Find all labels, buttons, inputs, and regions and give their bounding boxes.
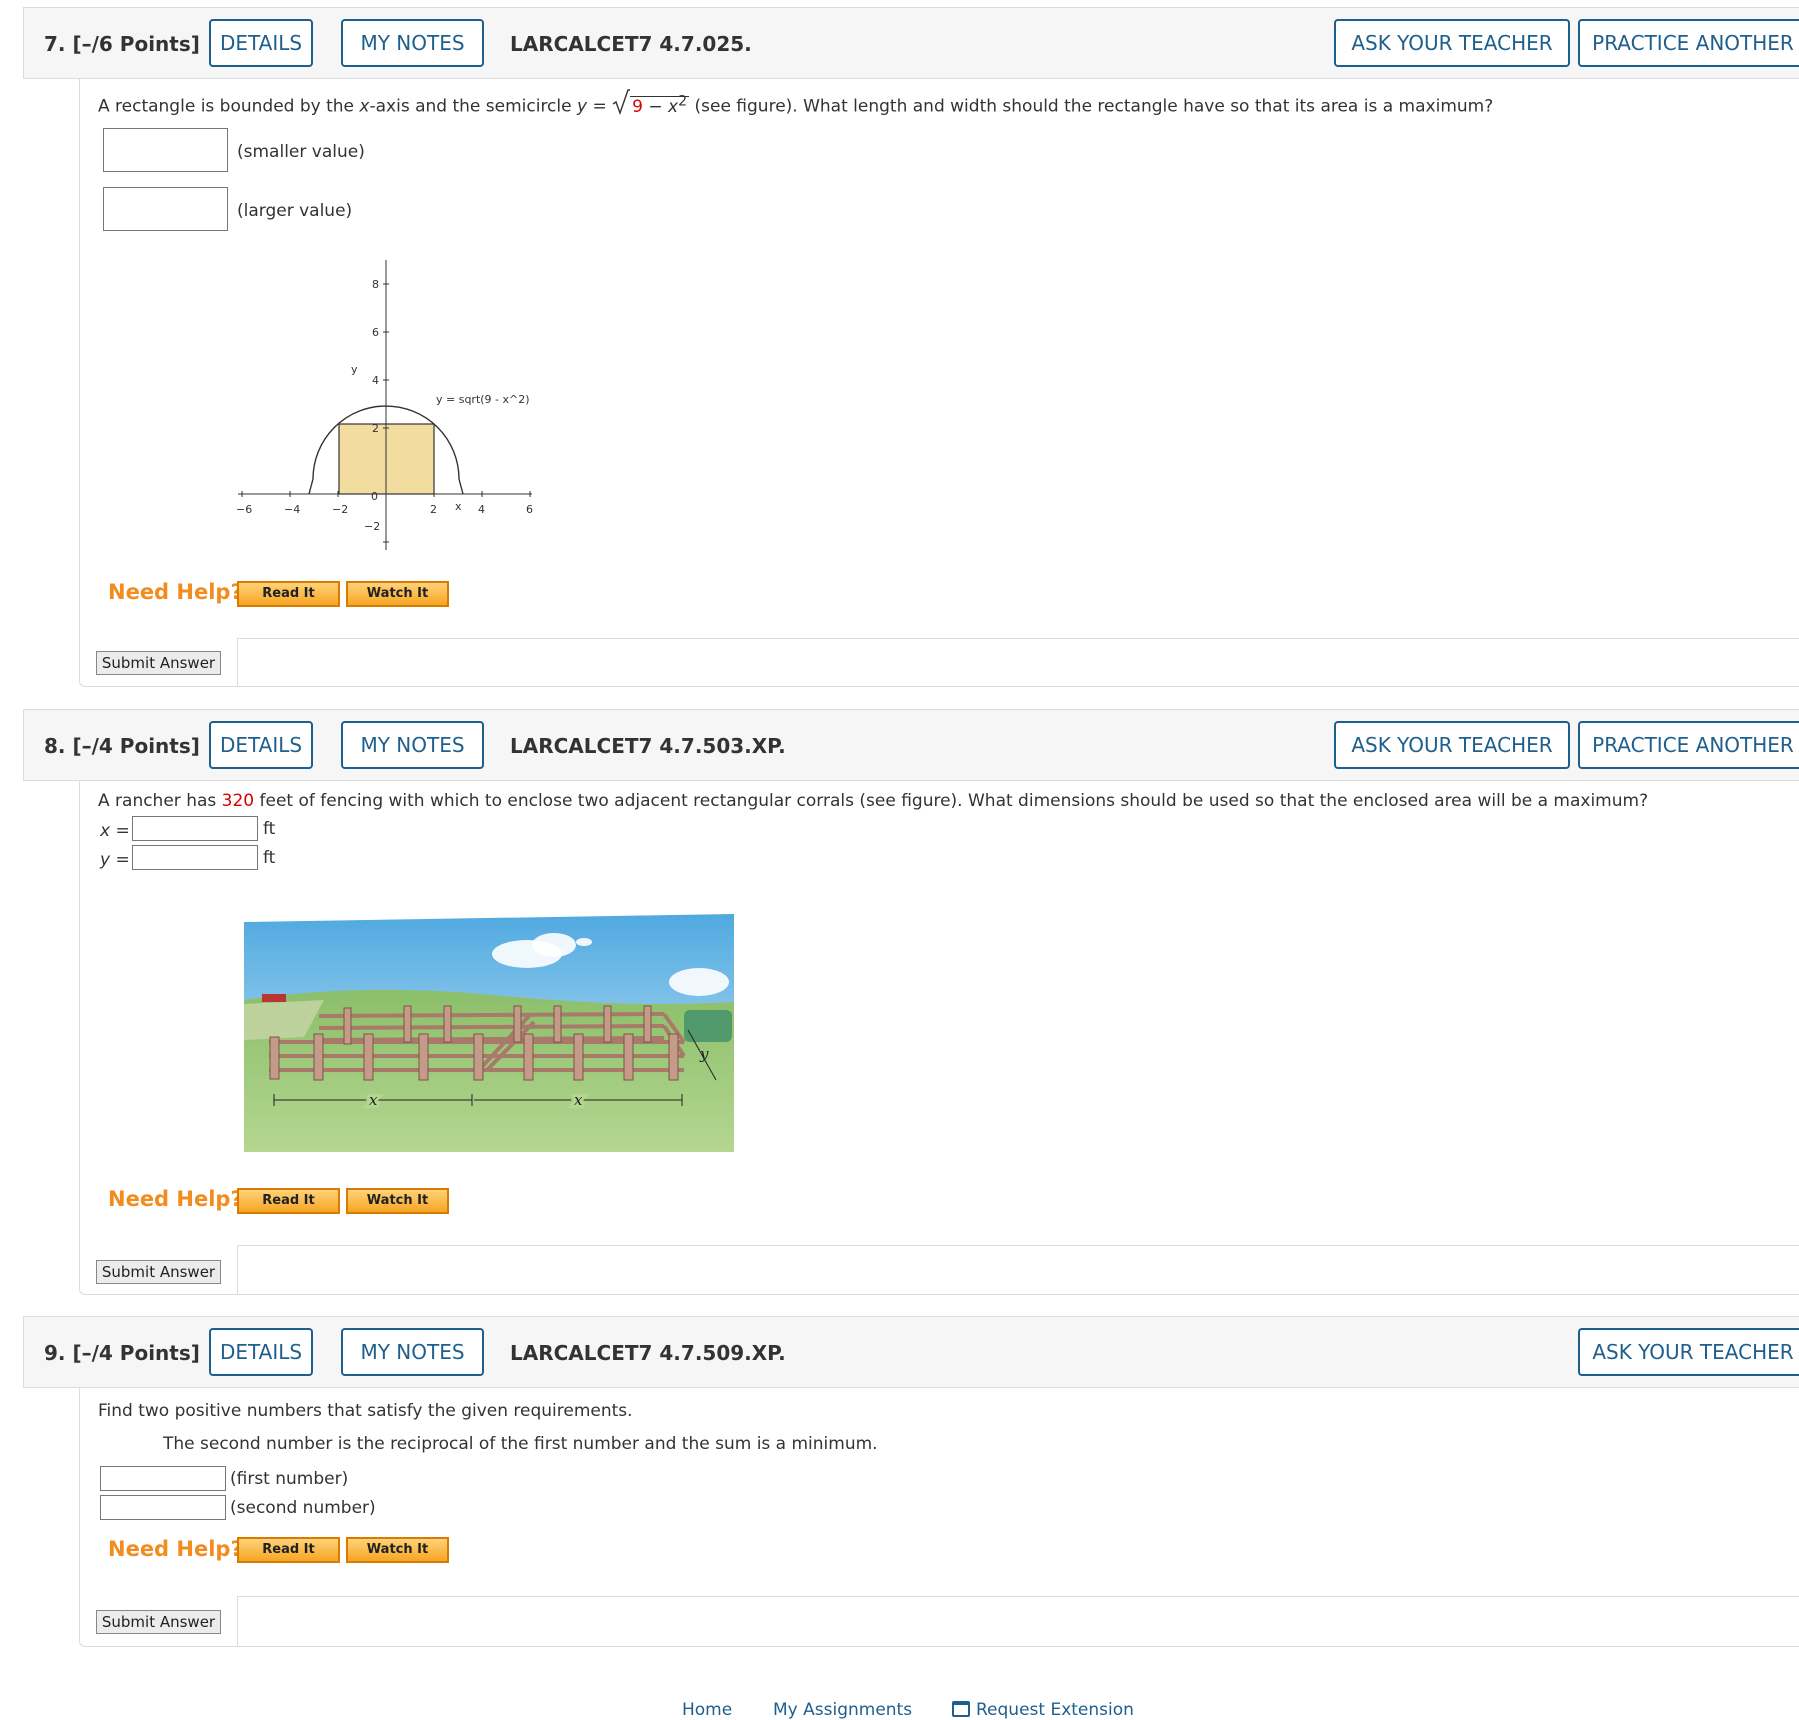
first-number-label: (first number) xyxy=(230,1469,349,1489)
watch-it-button[interactable]: Watch It xyxy=(346,1188,449,1214)
question-9-requirement: The second number is the reciprocal of t… xyxy=(163,1434,878,1454)
second-number-label: (second number) xyxy=(230,1498,376,1518)
x-unit-label: ft xyxy=(263,819,276,839)
practice-another-button[interactable]: PRACTICE ANOTHER xyxy=(1578,721,1799,769)
watch-it-button[interactable]: Watch It xyxy=(346,1537,449,1563)
y-tick-label: −2 xyxy=(364,520,380,533)
x-dimension-mark: x xyxy=(369,1091,378,1109)
practice-another-button[interactable]: PRACTICE ANOTHER xyxy=(1578,19,1799,67)
question-7-points: 7. [–/6 Points] xyxy=(44,32,200,56)
my-notes-button[interactable]: MY NOTES xyxy=(341,1328,484,1376)
submit-answer-button[interactable]: Submit Answer xyxy=(96,1260,221,1284)
y-variable-label: y = xyxy=(100,850,130,870)
x-dimension-mark: x xyxy=(574,1091,583,1109)
curve-label: y = sqrt(9 - x^2) xyxy=(436,393,530,406)
details-button[interactable]: DETAILS xyxy=(209,721,313,769)
x-tick-label: −6 xyxy=(236,503,252,516)
submit-area-divider xyxy=(237,1596,1799,1597)
question-7-code: LARCALCET7 4.7.025. xyxy=(510,32,752,56)
corral-fence-illustration: x x y xyxy=(244,914,734,1152)
y-tick-label: 4 xyxy=(372,374,379,387)
footer-request-extension-link[interactable]: Request Extension xyxy=(952,1700,1134,1720)
x-variable-label: x = xyxy=(100,821,130,841)
question-8-points: 8. [–/4 Points] xyxy=(44,734,200,758)
y-dimension-input[interactable] xyxy=(132,845,258,870)
question-8-prompt: A rancher has 320 feet of fencing with w… xyxy=(98,791,1649,811)
footer-my-assignments-link[interactable]: My Assignments xyxy=(773,1700,912,1720)
read-it-button[interactable]: Read It xyxy=(237,1537,340,1563)
details-button[interactable]: DETAILS xyxy=(209,1328,313,1376)
sqrt-sign-icon xyxy=(612,89,631,115)
larger-value-input[interactable] xyxy=(103,187,228,231)
need-help-label: Need Help? xyxy=(108,580,243,604)
question-7-prompt: A rectangle is bounded by the x-axis and… xyxy=(98,89,1493,117)
question-9-code: LARCALCET7 4.7.509.XP. xyxy=(510,1341,786,1365)
y-tick-label: 6 xyxy=(372,326,379,339)
submit-area-edge xyxy=(237,1596,238,1647)
read-it-button[interactable]: Read It xyxy=(237,1188,340,1214)
x-tick-label: 2 xyxy=(430,503,437,516)
submit-area-edge xyxy=(237,638,238,687)
question-9-prompt: Find two positive numbers that satisfy t… xyxy=(98,1401,633,1421)
semicircle-rectangle-figure: −6 −4 −2 0 2 4 6 8 6 4 2 −2 y x y = sqrt… xyxy=(236,260,533,550)
smaller-value-label: (smaller value) xyxy=(237,142,365,162)
x-tick-label: −2 xyxy=(332,503,348,516)
y-axis-label: y xyxy=(351,363,358,376)
y-tick-label: 2 xyxy=(372,422,379,435)
need-help-label: Need Help? xyxy=(108,1187,243,1211)
submit-area-edge xyxy=(237,1245,238,1295)
x-axis-label: x xyxy=(455,500,462,513)
y-unit-label: ft xyxy=(263,848,276,868)
submit-area-divider xyxy=(237,638,1799,639)
my-notes-button[interactable]: MY NOTES xyxy=(341,19,484,67)
question-9-header: 9. [–/4 Points] DETAILS MY NOTES LARCALC… xyxy=(23,1316,1799,1388)
details-button[interactable]: DETAILS xyxy=(209,19,313,67)
submit-answer-button[interactable]: Submit Answer xyxy=(96,1610,221,1634)
watch-it-button[interactable]: Watch It xyxy=(346,581,449,607)
ask-your-teacher-button[interactable]: ASK YOUR TEACHER xyxy=(1334,19,1570,67)
x-dimension-input[interactable] xyxy=(132,816,258,841)
second-number-input[interactable] xyxy=(100,1495,226,1520)
larger-value-label: (larger value) xyxy=(237,201,353,221)
smaller-value-input[interactable] xyxy=(103,128,228,172)
y-tick-label: 8 xyxy=(372,278,379,291)
submit-area-divider xyxy=(237,1245,1799,1246)
x-tick-label: 4 xyxy=(478,503,485,516)
sqrt-expression: 9 − x2 xyxy=(612,89,690,117)
question-9-points: 9. [–/4 Points] xyxy=(44,1341,200,1365)
my-notes-button[interactable]: MY NOTES xyxy=(341,721,484,769)
question-8-code: LARCALCET7 4.7.503.XP. xyxy=(510,734,786,758)
need-help-label: Need Help? xyxy=(108,1537,243,1561)
first-number-input[interactable] xyxy=(100,1466,226,1491)
ask-your-teacher-button[interactable]: ASK YOUR TEACHER xyxy=(1578,1328,1799,1376)
y-dimension-mark: y xyxy=(699,1045,709,1063)
x-tick-label: −4 xyxy=(284,503,300,516)
question-8-header: 8. [–/4 Points] DETAILS MY NOTES LARCALC… xyxy=(23,709,1799,781)
x-tick-label: 6 xyxy=(526,503,533,516)
question-7-header: 7. [–/6 Points] DETAILS MY NOTES LARCALC… xyxy=(23,7,1799,79)
submit-answer-button[interactable]: Submit Answer xyxy=(96,651,221,675)
footer-home-link[interactable]: Home xyxy=(682,1700,732,1720)
ask-your-teacher-button[interactable]: ASK YOUR TEACHER xyxy=(1334,721,1570,769)
x-tick-label: 0 xyxy=(371,490,378,503)
read-it-button[interactable]: Read It xyxy=(237,581,340,607)
